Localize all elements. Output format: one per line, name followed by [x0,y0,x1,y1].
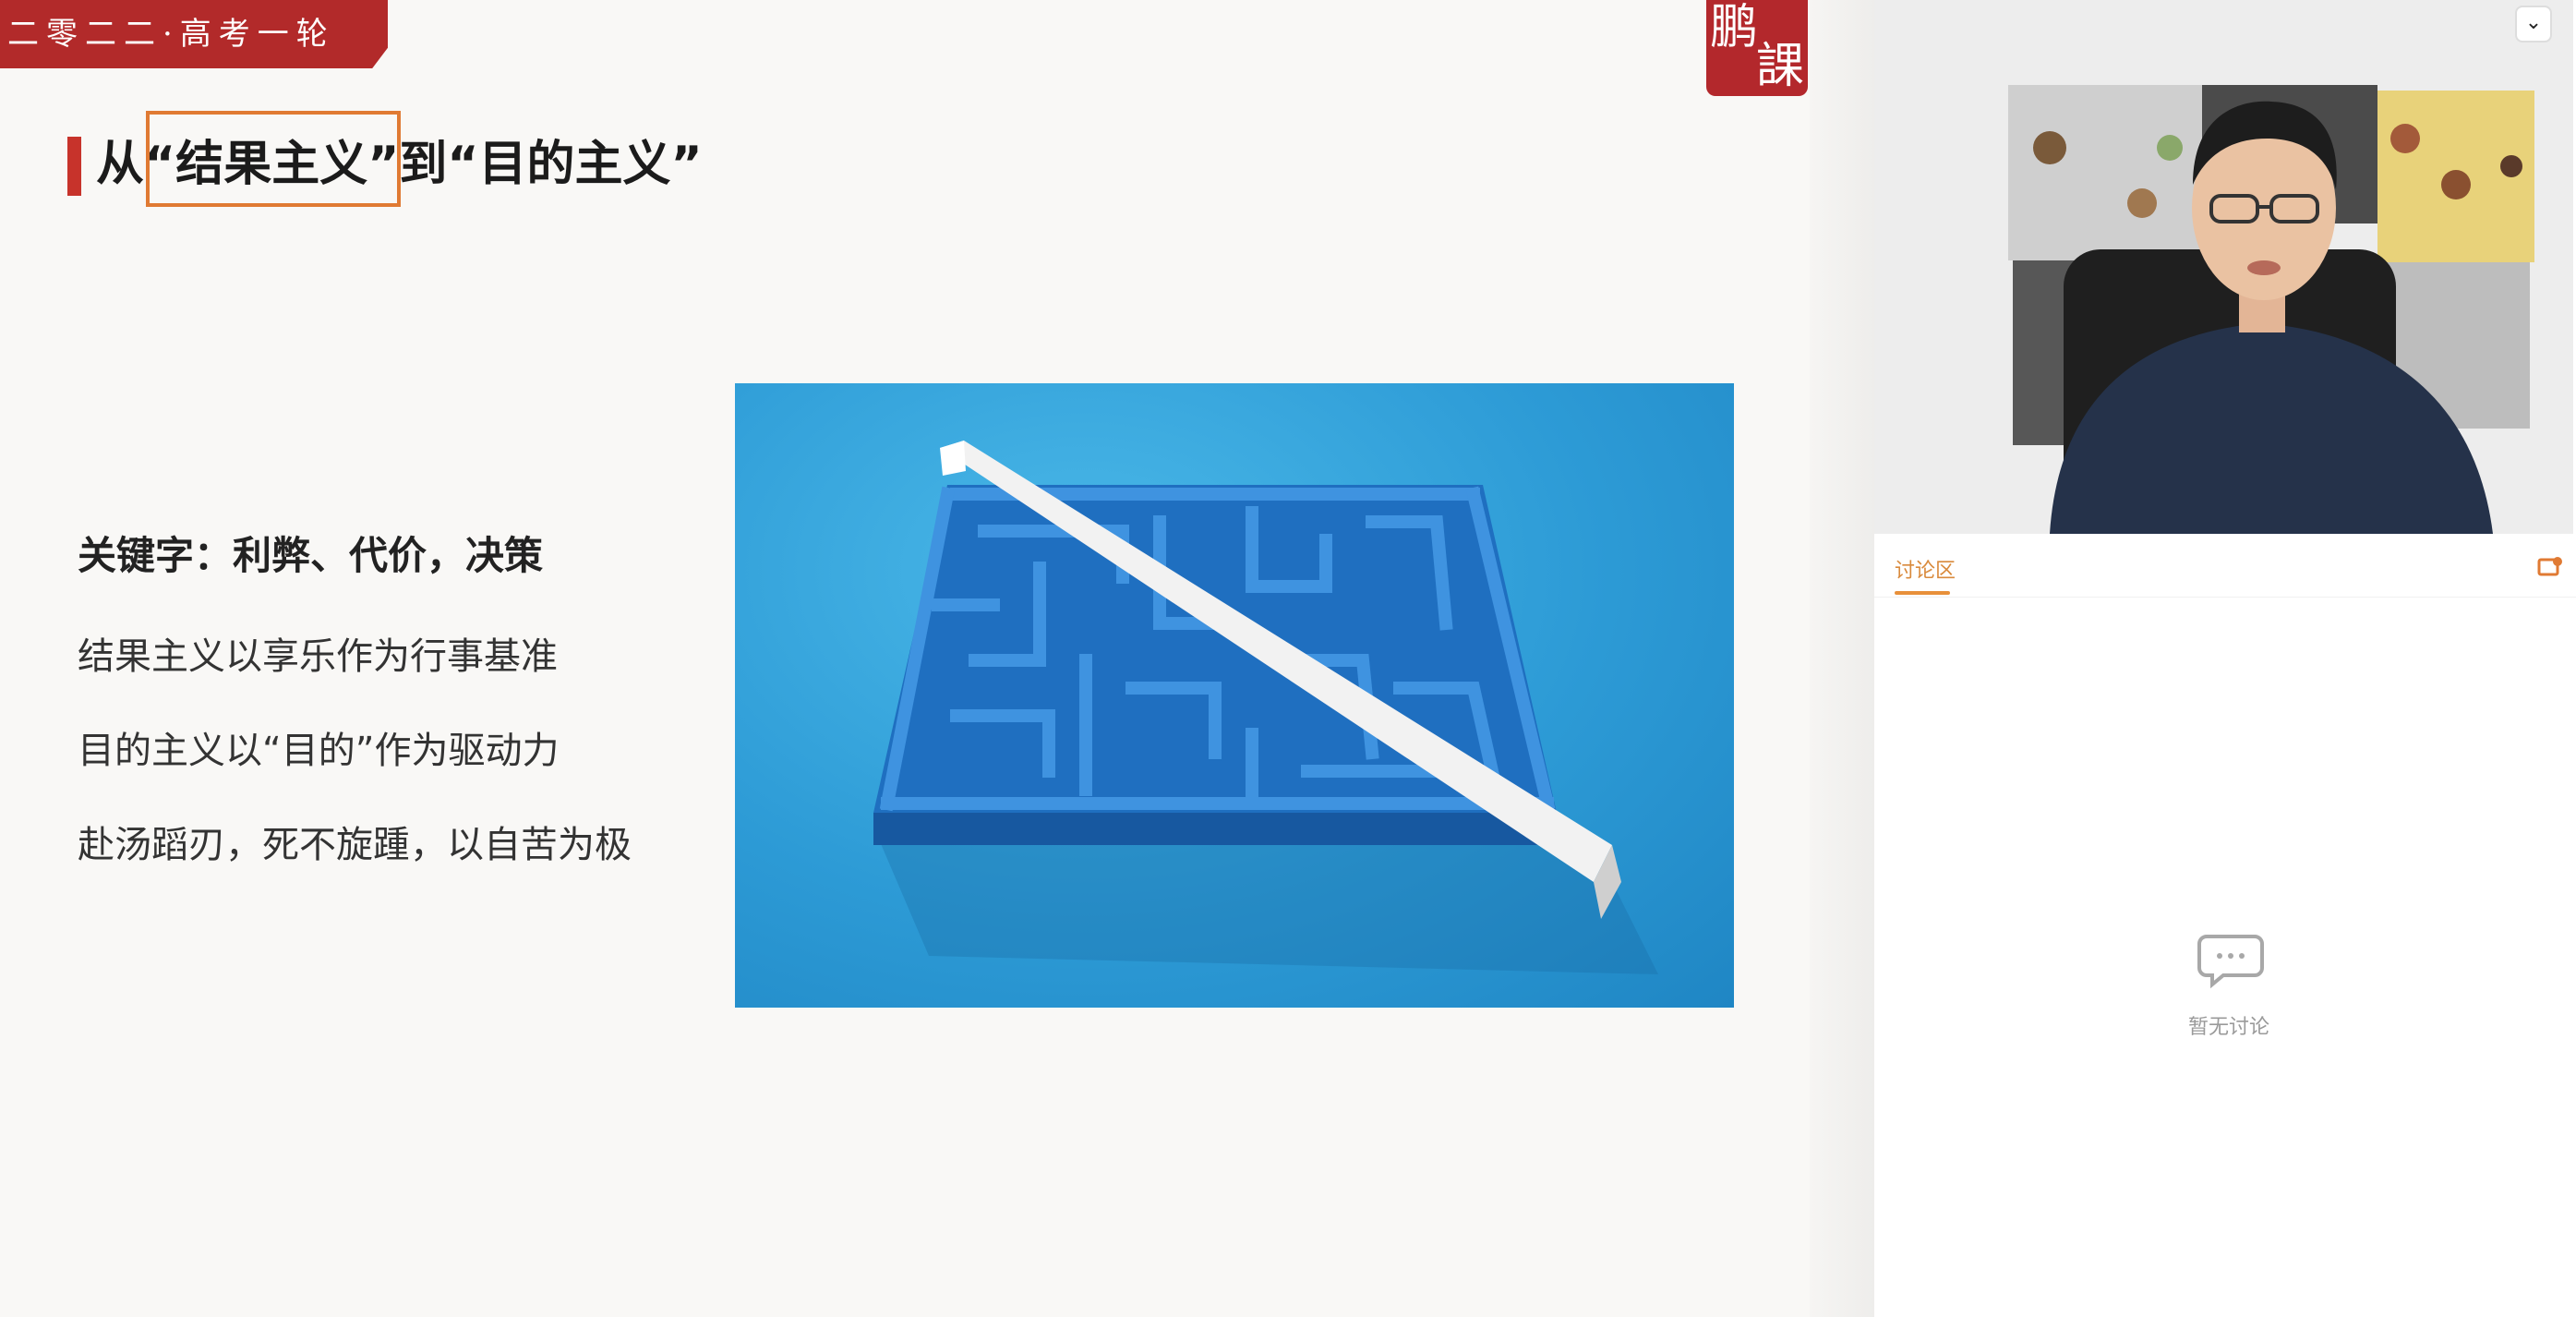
expand-icon[interactable] [2537,556,2563,578]
empty-discussion-text: 暂无讨论 [2188,1016,2270,1039]
slide-area: 二零二二·高考一轮 鹏 課 从“结果主义”到“目的主义” 关键字：利弊、代价，决… [0,0,1810,1317]
chat-bubble-icon [2197,935,2264,989]
course-banner: 二零二二·高考一轮 [0,0,388,68]
title-suffix: 到“目的主义” [399,137,703,192]
maze-illustration [873,441,1658,974]
bullet-line-2: 目的主义以“目的”作为驱动力 [78,730,560,772]
title-accent-bar [67,137,81,196]
tab-active-indicator [1895,591,1950,595]
keyword-line: 关键字：利弊、代价，决策 [78,533,544,578]
video-frame [1874,0,2573,534]
logo-char-2: 課 [1756,39,1805,94]
tab-discussion[interactable]: 讨论区 [1895,554,1956,584]
bullet-line-3: 赴汤蹈刃，死不旋踵，以自苦为极 [78,824,632,866]
slide-edge-shade [1810,0,1874,1317]
chevron-down-icon[interactable]: ⌄ [2515,6,2552,42]
brand-logo: 鹏 課 [1706,0,1808,96]
title-prefix: 从 [96,137,145,192]
title-highlight-box [146,111,401,207]
logo-char-1: 鹏 [1710,0,1759,55]
tab-separator [1874,597,2576,598]
teacher-video [1874,0,2573,534]
maze-image [735,383,1734,1008]
bullet-line-1: 结果主义以享乐作为行事基准 [78,635,558,678]
